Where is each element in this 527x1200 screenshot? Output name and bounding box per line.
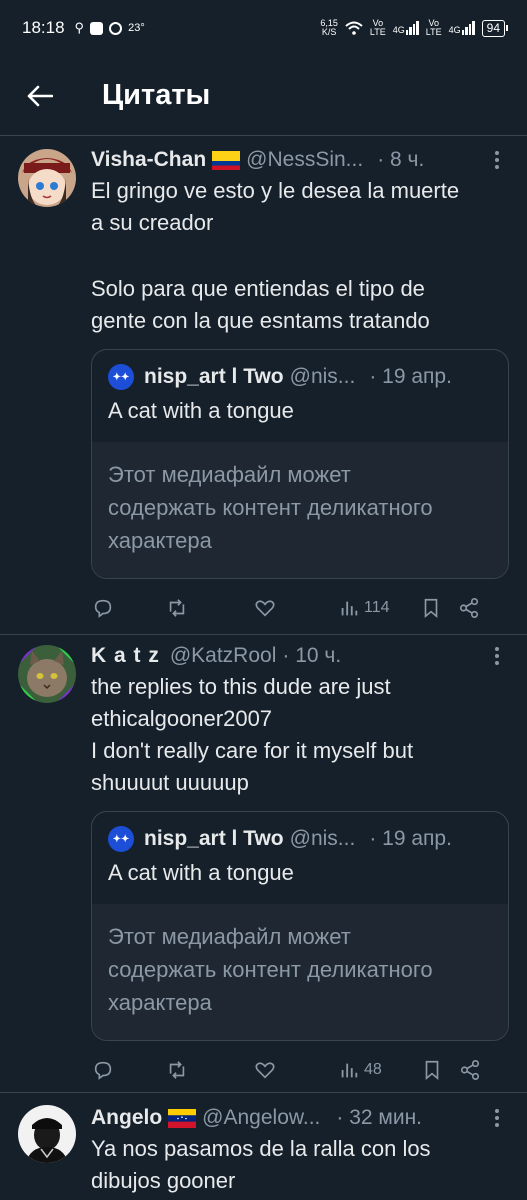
reply-button[interactable] <box>92 1059 114 1081</box>
views-button[interactable]: 48 <box>338 1059 382 1081</box>
top-app-bar: Цитаты <box>0 56 527 136</box>
author-handle[interactable]: @KatzRool <box>170 644 277 668</box>
status-left-icons: ⚲ 23° <box>75 20 145 36</box>
tweet-time[interactable]: · 8 ч. <box>377 148 424 172</box>
quoted-tweet-time: · 19 апр. <box>369 827 452 850</box>
quoted-tweet-header: ✦✦ nisp_art l Two @nis... · 19 апр. <box>92 350 508 390</box>
bookmark-button[interactable] <box>420 597 442 619</box>
more-options-icon[interactable] <box>485 1109 509 1127</box>
tweet-text: El gringo ve esto y le desea la muerte a… <box>91 178 460 333</box>
circle-notification-icon <box>109 21 123 35</box>
more-options-icon[interactable] <box>485 151 509 169</box>
reply-icon <box>94 1061 112 1080</box>
network-speed: 6,15 K/S <box>320 18 338 37</box>
bookmark-icon <box>424 598 437 619</box>
status-right-icons: 6,15 K/S Vo LTE 4G Vo LTE 4G 94 <box>320 18 509 37</box>
tweet-item[interactable]: K a t z @KatzRool · 10 ч. the replies to… <box>0 635 527 1093</box>
quoted-tweet-text: A cat with a tongue <box>108 860 294 885</box>
reply-icon <box>94 599 112 618</box>
tweet-item[interactable]: Visha-Chan @NessSin... · 8 ч. El gringo … <box>0 137 527 635</box>
tweet-header: Angelo @Angelow... · 32 мин. <box>91 1103 509 1133</box>
quoted-author-handle: @nis... <box>289 827 356 850</box>
venezuela-flag-icon <box>168 1108 197 1128</box>
volte-1-badge: Vo LTE <box>369 18 386 37</box>
page-title: Цитаты <box>102 79 211 111</box>
author-name[interactable]: Angelo <box>91 1106 162 1130</box>
quoted-tweet[interactable]: ✦✦ nisp_art l Two @nis... · 19 апр. A ca… <box>91 349 509 579</box>
colombia-flag-icon <box>212 150 241 170</box>
author-name[interactable]: Visha-Chan <box>91 148 206 172</box>
quoted-avatar: ✦✦ <box>108 364 134 390</box>
tweet-text: Ya nos pasamos de la ralla con los dibuj… <box>91 1136 431 1193</box>
avatar[interactable] <box>18 645 76 703</box>
quoted-author-handle: @nis... <box>289 365 356 388</box>
more-options-icon[interactable] <box>485 647 509 665</box>
tweet-actions: 48 <box>91 1045 509 1095</box>
author-handle[interactable]: @Angelow... <box>202 1106 320 1130</box>
heart-icon <box>255 1062 275 1079</box>
retweet-button[interactable] <box>166 1059 188 1081</box>
tweet-time[interactable]: · 10 ч. <box>282 644 341 668</box>
share-icon <box>459 598 478 618</box>
quoted-tweet-header: ✦✦ nisp_art l Two @nis... · 19 апр. <box>92 812 508 852</box>
author-handle[interactable]: @NessSin... <box>246 148 363 172</box>
heart-icon <box>255 600 275 617</box>
share-button[interactable] <box>458 597 480 619</box>
upload-icon: ⚲ <box>74 20 85 35</box>
retweet-icon <box>169 599 185 617</box>
signal-2-icon: 4G <box>449 21 475 35</box>
quoted-author-name: nisp_art l Two <box>144 365 284 388</box>
bookmark-button[interactable] <box>421 1059 443 1081</box>
views-count: 114 <box>364 599 390 616</box>
retweet-icon <box>169 1061 185 1079</box>
views-count: 48 <box>364 1061 382 1078</box>
share-button[interactable] <box>459 1059 481 1081</box>
tweet-item[interactable]: Angelo @Angelow... · 32 мин. Ya nos pasa… <box>0 1093 527 1200</box>
bookmark-icon <box>425 1060 439 1081</box>
app-notification-icon <box>90 21 104 35</box>
sensitive-media-warning[interactable]: Этот медиафайл может содержать контент д… <box>92 904 508 1040</box>
status-time: 18:18 <box>22 18 65 37</box>
back-arrow-icon[interactable] <box>18 74 62 118</box>
status-bar: 18:18 ⚲ 23° 6,15 K/S VoLTE 4G VoLTE 4G <box>0 0 527 56</box>
like-button[interactable] <box>254 597 276 619</box>
views-icon <box>341 1063 358 1078</box>
retweet-button[interactable] <box>166 597 188 619</box>
avatar[interactable] <box>18 149 76 207</box>
tweet-text: the replies to this dude are just ethica… <box>91 674 414 795</box>
share-icon <box>460 1060 479 1080</box>
quoted-tweet-text: A cat with a tongue <box>108 398 294 423</box>
avatar[interactable] <box>18 1105 76 1163</box>
author-name[interactable]: K a t z <box>91 644 160 668</box>
tweet-time[interactable]: · 32 мин. <box>336 1106 422 1130</box>
signal-1-icon: 4G <box>393 21 419 35</box>
volte-2-badge: Vo LTE <box>425 18 442 37</box>
battery-icon: 94 <box>481 19 509 37</box>
tweet-actions: 114 <box>91 583 509 633</box>
temperature-label: 23° <box>128 22 145 34</box>
reply-button[interactable] <box>92 597 114 619</box>
wifi-icon <box>345 21 363 35</box>
like-button[interactable] <box>254 1059 276 1081</box>
tweet-header: K a t z @KatzRool · 10 ч. <box>91 641 509 671</box>
tweet-header: Visha-Chan @NessSin... · 8 ч. <box>91 145 509 175</box>
quoted-avatar: ✦✦ <box>108 826 134 852</box>
sensitive-media-warning[interactable]: Этот медиафайл может содержать контент д… <box>92 442 508 578</box>
views-button[interactable]: 114 <box>338 597 390 619</box>
quoted-tweet-time: · 19 апр. <box>369 365 452 388</box>
quoted-author-name: nisp_art l Two <box>144 827 284 850</box>
views-icon <box>341 601 358 616</box>
quoted-tweet[interactable]: ✦✦ nisp_art l Two @nis... · 19 апр. A ca… <box>91 811 509 1041</box>
